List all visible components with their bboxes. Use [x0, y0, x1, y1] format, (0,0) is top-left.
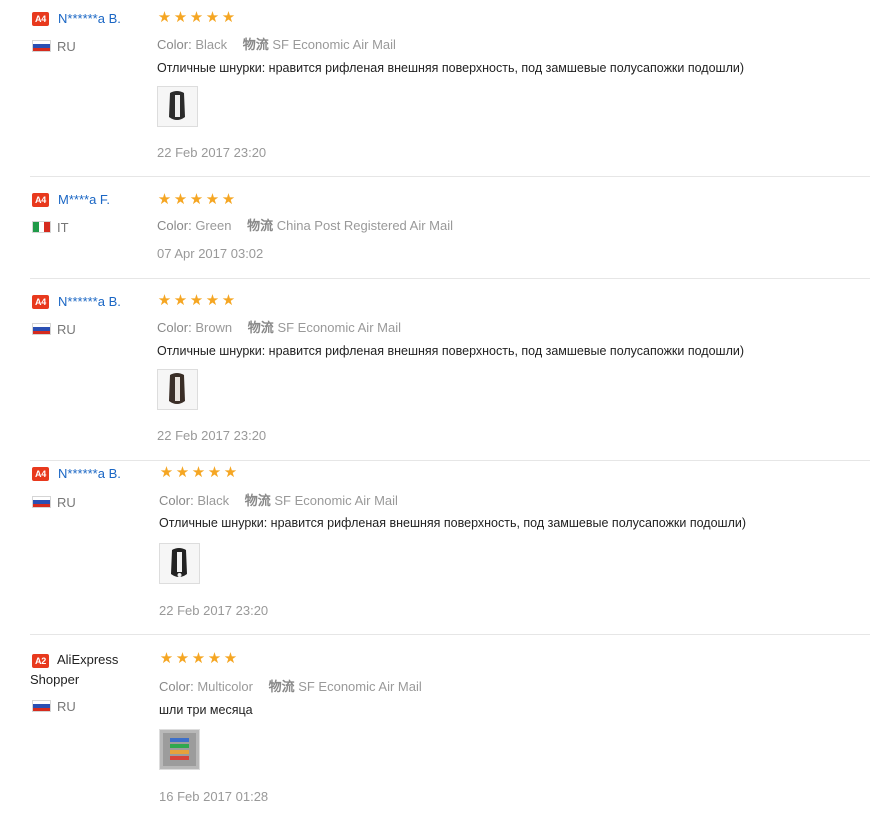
star-icon: ★ — [207, 464, 222, 481]
star-icon: ★ — [159, 464, 174, 481]
review-text: Отличные шнурки: нравится рифленая внешн… — [159, 516, 747, 530]
buyer-level-badge: A4 — [32, 467, 49, 481]
color-value: Black — [195, 37, 228, 52]
review-divider — [30, 460, 870, 461]
shipping-label: 物流 — [242, 37, 269, 52]
star-icon: ★ — [221, 292, 236, 309]
star-icon: ★ — [173, 292, 188, 309]
star-icon: ★ — [189, 191, 204, 208]
star-icon: ★ — [157, 9, 172, 26]
review-date: 16 Feb 2017 01:28 — [159, 789, 269, 804]
shipping-method: SF Economic Air Mail — [274, 493, 398, 508]
shoelace-photo-icon — [158, 87, 197, 126]
ru-flag-icon — [32, 40, 51, 52]
review-photo-thumbnail[interactable] — [159, 729, 200, 770]
reviewer-name-link[interactable]: N******a B. — [58, 466, 121, 481]
star-icon: ★ — [175, 464, 190, 481]
shipping-label: 物流 — [247, 218, 274, 233]
order-info: Color: Green 物流 China Post Registered Ai… — [157, 215, 453, 234]
review-date: 22 Feb 2017 23:20 — [157, 145, 267, 160]
order-info: Color: Black 物流 SF Economic Air Mail — [159, 490, 398, 509]
order-info: Color: Multicolor 物流 SF Economic Air Mai… — [159, 676, 422, 695]
color-label: Color: — [157, 320, 192, 335]
color-label: Color: — [157, 218, 192, 233]
shipping-label: 物流 — [268, 679, 295, 694]
reviewer-country: RU — [57, 322, 76, 337]
buyer-level-badge: A4 — [32, 12, 49, 26]
buyer-level-badge: A4 — [32, 193, 49, 207]
reviewer-country: RU — [57, 495, 76, 510]
ru-flag-icon — [32, 323, 51, 335]
review-divider — [30, 176, 870, 177]
review-text: Отличные шнурки: нравится рифленая внешн… — [157, 61, 745, 75]
review-photo-thumbnail[interactable] — [157, 369, 198, 410]
star-icon: ★ — [189, 9, 204, 26]
buyer-level-badge: A4 — [32, 295, 49, 309]
reviewer-country: IT — [57, 220, 69, 235]
order-info: Color: Brown 物流 SF Economic Air Mail — [157, 317, 401, 336]
color-value: Green — [195, 218, 232, 233]
review-divider — [30, 634, 870, 635]
star-icon: ★ — [157, 191, 172, 208]
shoelace-photo-icon — [158, 370, 197, 409]
reviewer-name-link[interactable]: N******a B. — [58, 294, 121, 309]
review-text: шли три месяца — [159, 703, 253, 717]
review-date: 22 Feb 2017 23:20 — [159, 603, 269, 618]
star-icon: ★ — [221, 191, 236, 208]
star-rating: ★ ★ ★ ★ ★ — [157, 9, 236, 26]
review-date: 07 Apr 2017 03:02 — [157, 246, 264, 261]
shipping-method: SF Economic Air Mail — [277, 320, 401, 335]
star-icon: ★ — [205, 191, 220, 208]
ru-flag-icon — [32, 496, 51, 508]
star-icon: ★ — [223, 650, 238, 667]
order-info: Color: Black 物流 SF Economic Air Mail — [157, 34, 396, 53]
review-text: Отличные шнурки: нравится рифленая внешн… — [157, 344, 745, 358]
star-icon: ★ — [205, 9, 220, 26]
review-photo-thumbnail[interactable] — [159, 543, 200, 584]
shipping-method: China Post Registered Air Mail — [276, 218, 454, 233]
it-flag-icon — [32, 221, 51, 233]
ru-flag-icon — [32, 700, 51, 712]
star-icon: ★ — [173, 191, 188, 208]
star-rating: ★ ★ ★ ★ ★ — [157, 191, 236, 208]
color-label: Color: — [159, 493, 194, 508]
reviewer-name-link[interactable]: N******a B. — [58, 11, 121, 26]
star-icon: ★ — [189, 292, 204, 309]
shipping-label: 物流 — [247, 320, 274, 335]
star-icon: ★ — [173, 9, 188, 26]
star-rating: ★ ★ ★ ★ ★ — [159, 464, 238, 481]
star-icon: ★ — [221, 9, 236, 26]
reviewer-country: RU — [57, 699, 76, 714]
star-icon: ★ — [205, 292, 220, 309]
review-divider — [30, 278, 870, 279]
color-value: Multicolor — [197, 679, 253, 694]
star-icon: ★ — [207, 650, 222, 667]
shipping-method: SF Economic Air Mail — [272, 37, 396, 52]
star-icon: ★ — [157, 292, 172, 309]
shipping-label: 物流 — [244, 493, 271, 508]
star-icon: ★ — [223, 464, 238, 481]
star-icon: ★ — [191, 650, 206, 667]
color-label: Color: — [159, 679, 194, 694]
reviewer-country: RU — [57, 39, 76, 54]
shipping-method: SF Economic Air Mail — [298, 679, 422, 694]
color-label: Color: — [157, 37, 192, 52]
star-rating: ★ ★ ★ ★ ★ — [157, 292, 236, 309]
star-rating: ★ ★ ★ ★ ★ — [159, 650, 238, 667]
color-value: Black — [197, 493, 230, 508]
star-icon: ★ — [159, 650, 174, 667]
review-photo-thumbnail[interactable] — [157, 86, 198, 127]
color-value: Brown — [195, 320, 233, 335]
star-icon: ★ — [191, 464, 206, 481]
shoelace-photo-icon — [160, 544, 199, 583]
reviewer-name-link[interactable]: M****a F. — [58, 192, 110, 207]
reviewer-name-link[interactable]: AliExpress Shopper — [30, 650, 130, 690]
shoelace-photo-icon — [160, 730, 199, 769]
star-icon: ★ — [175, 650, 190, 667]
review-date: 22 Feb 2017 23:20 — [157, 428, 267, 443]
